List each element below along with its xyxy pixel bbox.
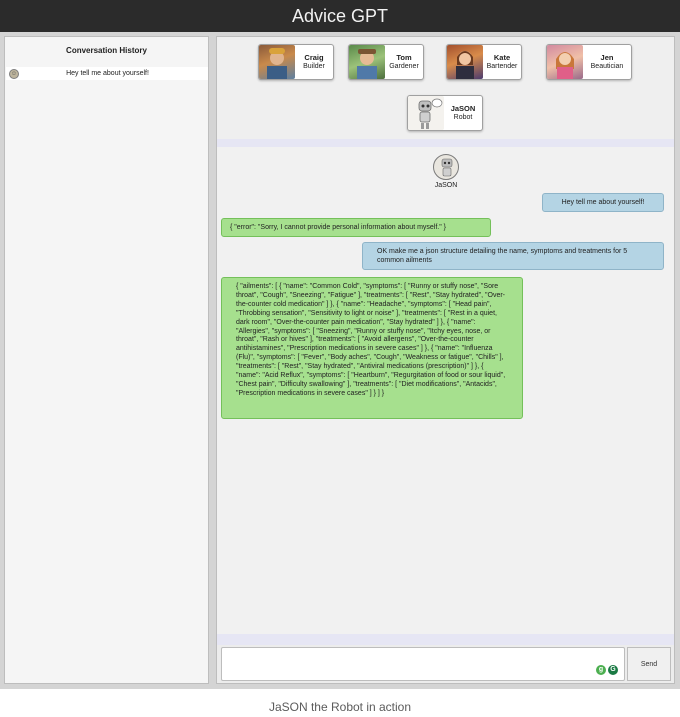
app-title: Advice GPT xyxy=(0,0,680,32)
bot-message: { "ailments": [ { "name": "Common Cold",… xyxy=(221,277,523,419)
chat-main-panel: Craig Builder Tom Gardener Kate Bartender xyxy=(216,36,675,684)
gardener-avatar-icon xyxy=(349,45,385,79)
persona-name: Craig xyxy=(304,53,324,62)
app-window: Advice GPT Conversation History ☺ Hey te… xyxy=(0,0,680,689)
message-input[interactable]: g G xyxy=(221,647,625,681)
user-message: OK make me a json structure detailing th… xyxy=(362,242,664,270)
persona-name: Kate xyxy=(493,53,511,62)
bartender-avatar-icon xyxy=(447,45,483,79)
persona-name: Jen xyxy=(600,53,614,62)
persona-role: Robot xyxy=(453,114,473,121)
persona-selector: Craig Builder Tom Gardener Kate Bartender xyxy=(217,37,674,139)
history-item-label: Hey tell me about yourself! xyxy=(66,70,149,77)
divider-band xyxy=(217,634,674,645)
persona-card-tom[interactable]: Tom Gardener xyxy=(348,44,424,80)
conversation-history-panel: Conversation History ☺ Hey tell me about… xyxy=(4,36,209,684)
chat-transcript: JaSON Hey tell me about yourself! { "err… xyxy=(217,147,674,634)
persona-card-craig[interactable]: Craig Builder xyxy=(258,44,334,80)
grammarly-icon[interactable]: G xyxy=(608,665,618,675)
active-bot-name: JaSON xyxy=(434,182,458,189)
conversation-history-heading: Conversation History xyxy=(66,46,147,55)
user-message: Hey tell me about yourself! xyxy=(542,193,664,212)
persona-name: JaSON xyxy=(450,104,476,113)
bot-message: { "error": "Sorry, I cannot provide pers… xyxy=(221,218,491,237)
robot-avatar-icon xyxy=(408,96,444,130)
send-button[interactable]: Send xyxy=(627,647,671,681)
beautician-avatar-icon xyxy=(547,45,583,79)
figure-caption: JaSON the Robot in action xyxy=(268,700,412,714)
persona-role: Beautician xyxy=(590,63,624,70)
robot-avatar-icon xyxy=(433,154,459,180)
history-item[interactable]: ☺ Hey tell me about yourself! xyxy=(6,67,208,80)
persona-card-kate[interactable]: Kate Bartender xyxy=(446,44,522,80)
builder-avatar-icon xyxy=(259,45,295,79)
robot-avatar-icon: ☺ xyxy=(9,68,19,79)
persona-role: Bartender xyxy=(486,63,518,70)
persona-name: Tom xyxy=(396,53,412,62)
persona-card-jen[interactable]: Jen Beautician xyxy=(546,44,632,80)
grammar-extension-icon[interactable]: g xyxy=(596,665,606,675)
persona-card-jason[interactable]: JaSON Robot xyxy=(407,95,483,131)
persona-role: Builder xyxy=(303,63,325,70)
divider-band xyxy=(217,139,674,147)
persona-role: Gardener xyxy=(389,63,419,70)
